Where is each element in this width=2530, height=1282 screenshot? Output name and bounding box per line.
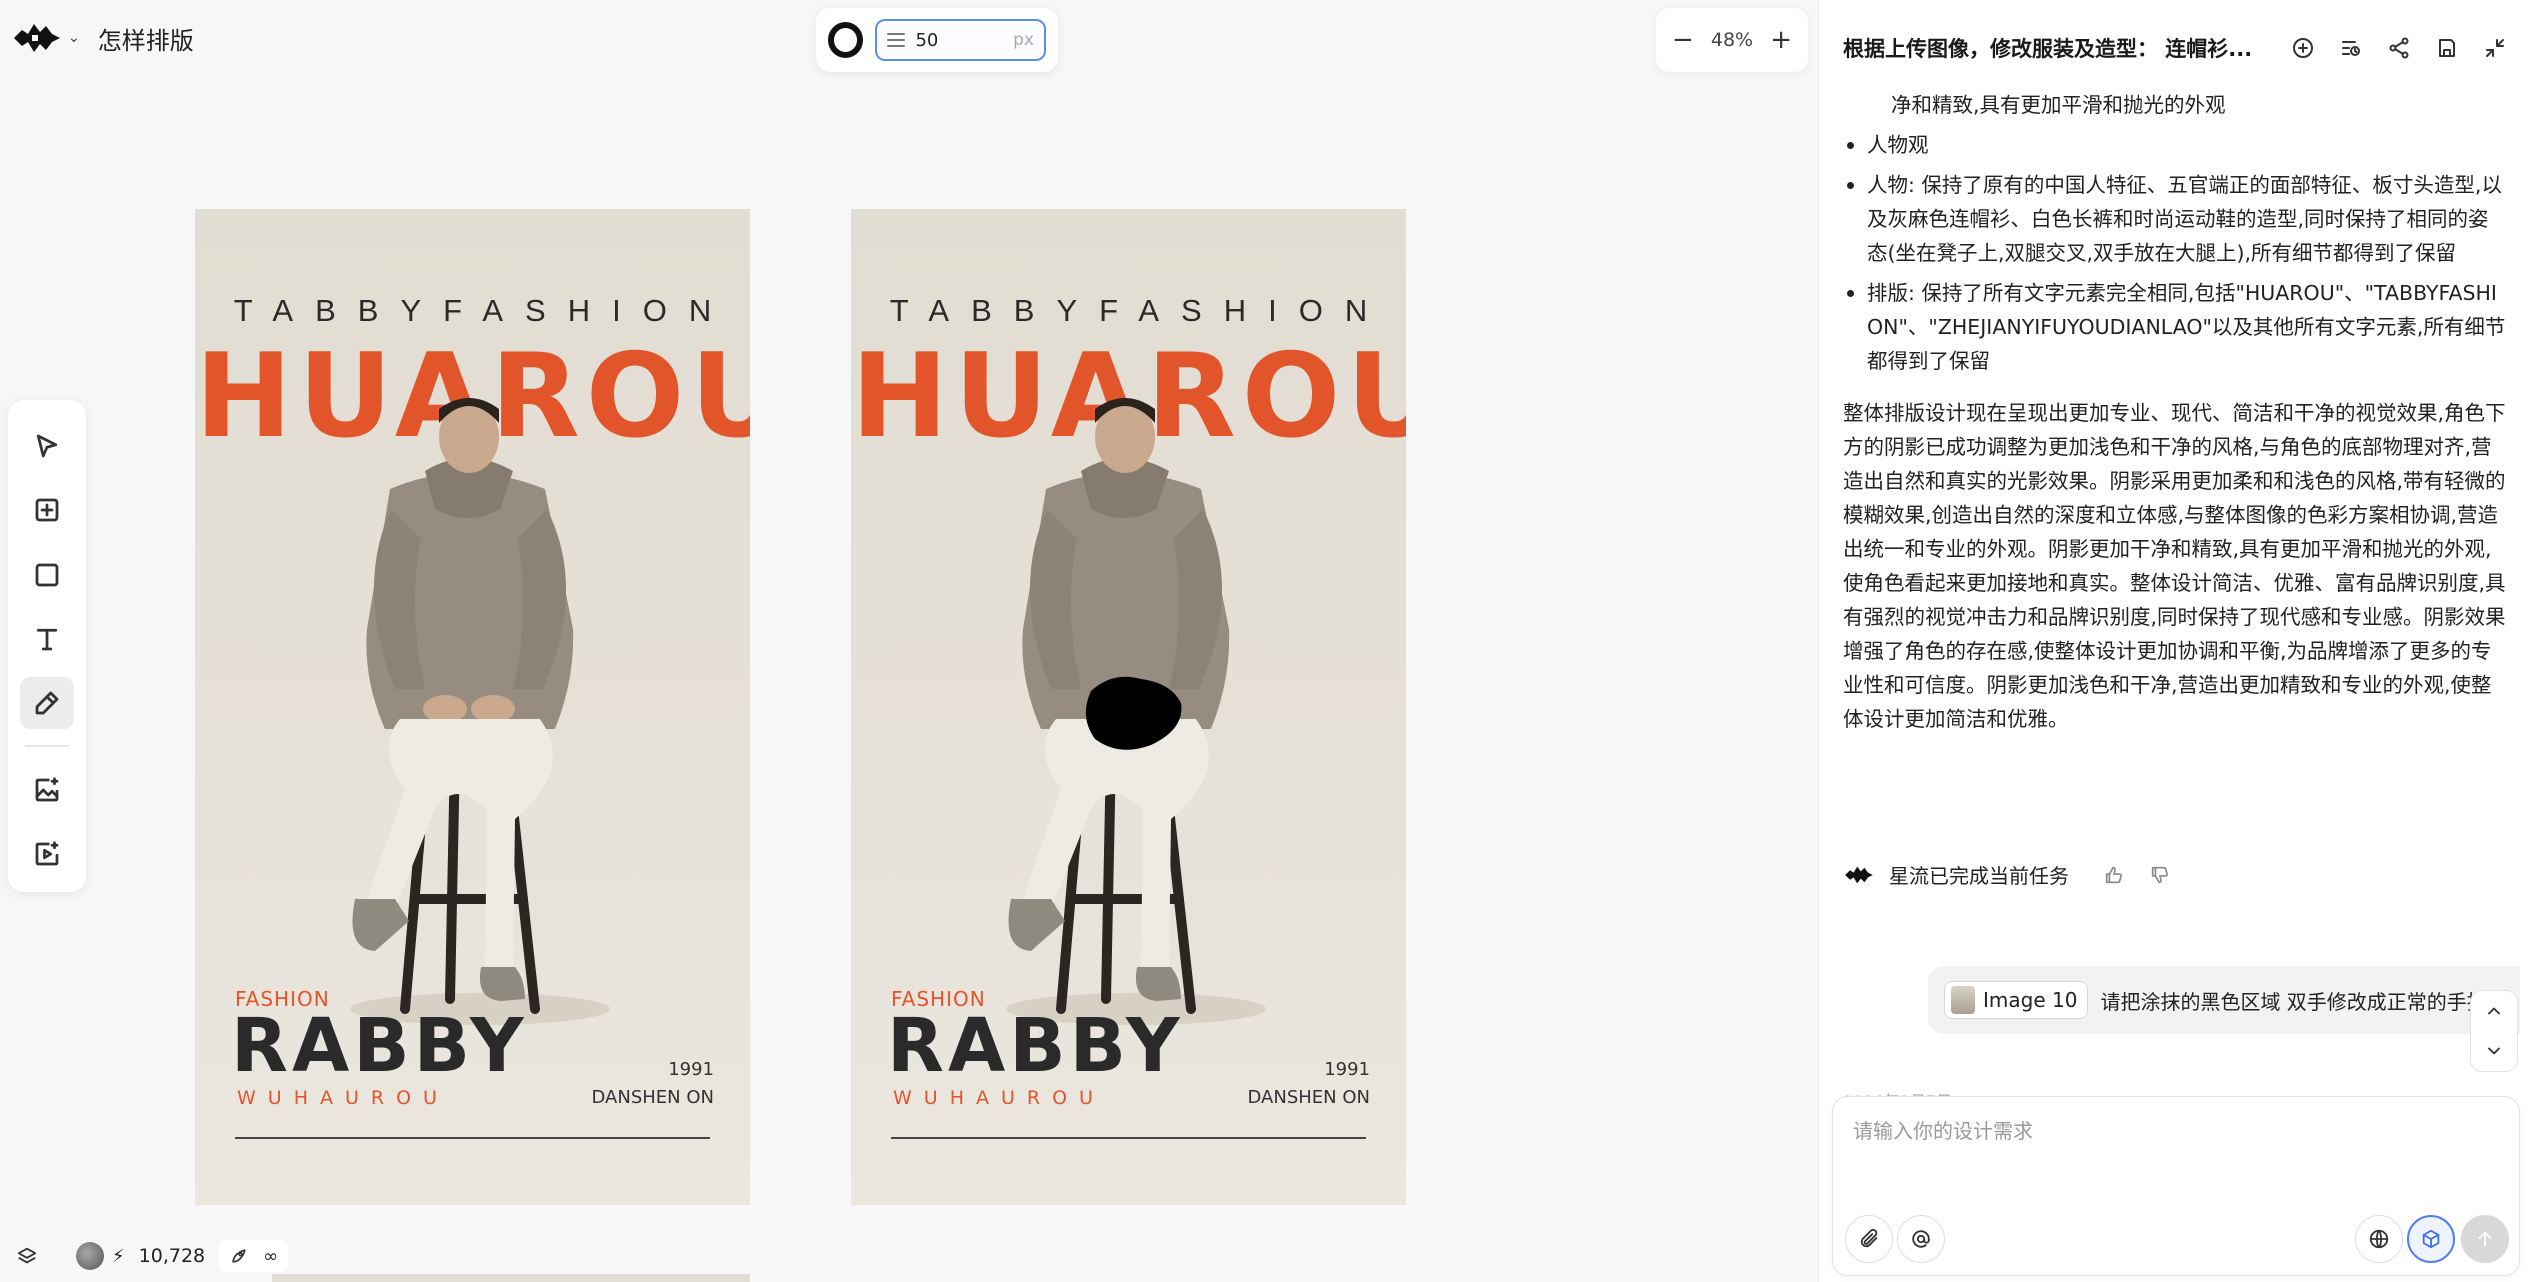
- arrow-up-icon: [2478, 1231, 2492, 1247]
- brush-size-unit: px: [1013, 30, 1034, 50]
- list-item: 净和精致,具有更加平滑和抛光的外观: [1891, 93, 2226, 117]
- attach-button[interactable]: [1845, 1215, 1893, 1263]
- image-reference-chip[interactable]: Image 10: [1944, 981, 2089, 1019]
- save-icon[interactable]: [2435, 36, 2459, 60]
- brush-color-swatch[interactable]: [828, 22, 864, 58]
- cube-icon: [2422, 1229, 2440, 1249]
- brush-size-value[interactable]: 50: [915, 30, 1003, 51]
- new-chat-icon[interactable]: [2291, 36, 2315, 60]
- zoom-control: − 48% +: [1656, 8, 1808, 72]
- web-search-button[interactable]: [2355, 1215, 2403, 1263]
- poster-image-masked[interactable]: TABBYFASHION HUAROU FASHION RABBY WUHAUR…: [851, 209, 1406, 1205]
- task-complete-row: 星流已完成当前任务: [1843, 860, 2171, 889]
- zoom-in-button[interactable]: +: [1770, 27, 1792, 53]
- text-icon: [36, 628, 58, 651]
- select-tool[interactable]: [20, 420, 74, 472]
- text-tool[interactable]: [20, 613, 74, 665]
- chat-message-assistant: 净和精致,具有更加平滑和抛光的外观 人物观 人物: 保持了原有的中国人特征、五官…: [1843, 88, 2507, 736]
- chat-header-actions: [2291, 36, 2507, 60]
- credit-count: 10,728: [138, 1245, 206, 1267]
- chat-header: 根据上传图像，修改服装及造型： 连帽衫...: [1819, 0, 2530, 96]
- paperclip-icon: [1860, 1228, 1878, 1248]
- poster-rule: [235, 1137, 710, 1139]
- chat-composer: [1832, 1096, 2520, 1276]
- design-request-input[interactable]: [1853, 1115, 2493, 1195]
- list-item: 人物: 保持了原有的中国人特征、五官端正的面部特征、板寸头造型,以及灰麻色连帽衫…: [1843, 168, 2507, 270]
- video-sparkle-icon: [35, 841, 59, 866]
- zoom-out-button[interactable]: −: [1672, 27, 1694, 53]
- thumbs-up-icon[interactable]: [2103, 864, 2125, 886]
- cursor-icon: [36, 434, 58, 458]
- brush-tool[interactable]: [20, 677, 74, 730]
- image-sparkle-icon: [35, 776, 59, 801]
- mention-button[interactable]: [1897, 1215, 1945, 1263]
- rocket-icon[interactable]: [229, 1246, 249, 1266]
- square-icon: [35, 563, 59, 587]
- image-thumbnail: [1951, 986, 1975, 1014]
- chat-title[interactable]: 根据上传图像，修改服装及造型： 连帽衫...: [1843, 33, 2263, 63]
- add-square-icon: [35, 499, 59, 522]
- list-item: 人物观: [1843, 128, 2507, 162]
- poster-name: RABBY: [231, 1003, 528, 1089]
- poster-image[interactable]: TABBYFASHION HUAROU FASHION RABBY WUHAUR…: [195, 209, 750, 1205]
- pencil-icon: [35, 691, 59, 715]
- poster-tagline: DANSHEN ON: [1247, 1087, 1370, 1108]
- bolt-icon: ⚡: [112, 1245, 125, 1267]
- video-tool[interactable]: [20, 828, 74, 880]
- layers-icon[interactable]: [16, 1245, 38, 1267]
- app-logo-icon: [14, 24, 60, 52]
- assistant-bullet-list: 净和精致,具有更加平滑和抛光的外观 人物观 人物: 保持了原有的中国人特征、五官…: [1843, 88, 2507, 378]
- image-edit-tool[interactable]: [20, 763, 74, 815]
- quick-actions: ∞: [219, 1240, 289, 1272]
- chat-message-user: Image 10 请把涂抹的黑色区域 双手修改成正常的手指: [1928, 966, 2520, 1034]
- poster-year: 1991: [1324, 1059, 1370, 1080]
- chevron-up-icon[interactable]: [2484, 1001, 2504, 1021]
- chat-scroll-control: [2470, 990, 2518, 1072]
- brush-size-input[interactable]: 50 px: [875, 19, 1046, 61]
- share-icon[interactable]: [2387, 36, 2411, 60]
- send-button[interactable]: [2461, 1215, 2509, 1263]
- chevron-down-icon[interactable]: ⌄: [68, 30, 80, 46]
- infinity-icon[interactable]: ∞: [263, 1246, 278, 1267]
- image-reference-label: Image 10: [1983, 988, 2078, 1012]
- globe-icon: [2369, 1229, 2389, 1249]
- collapse-icon[interactable]: [2483, 36, 2507, 60]
- next-poster-peek[interactable]: [272, 1274, 750, 1282]
- avatar[interactable]: [76, 1242, 104, 1270]
- model-mode-button[interactable]: [2407, 1215, 2455, 1263]
- project-title[interactable]: 怎样排版: [98, 21, 194, 56]
- at-icon: [1912, 1230, 1930, 1248]
- history-icon[interactable]: [2339, 36, 2363, 60]
- status-bar: ⚡ 10,728 ∞: [16, 1240, 289, 1272]
- assistant-paragraph: 整体排版设计现在呈现出更加专业、现代、简洁和干净的视觉效果,角色下方的阴影已成功…: [1843, 401, 2506, 731]
- poster-rule: [891, 1137, 1366, 1139]
- rectangle-tool[interactable]: [20, 549, 74, 601]
- rail-divider: [25, 745, 69, 748]
- app-logo-icon: [1845, 866, 1873, 883]
- chat-panel: 根据上传图像，修改服装及造型： 连帽衫... 净和精致,具有更加平滑和抛光的外观…: [1818, 0, 2530, 1282]
- poster-tagline: DANSHEN ON: [591, 1087, 714, 1108]
- menu-lines-icon: [887, 33, 906, 47]
- task-complete-text: 星流已完成当前任务: [1889, 864, 2069, 888]
- poster-subname: WUHAUROU: [237, 1087, 449, 1109]
- poster-name: RABBY: [887, 1003, 1184, 1089]
- thumbs-down-icon[interactable]: [2149, 864, 2171, 886]
- tool-rail: [8, 400, 86, 892]
- app-brand[interactable]: ⌄ 怎样排版: [12, 18, 194, 58]
- zoom-level[interactable]: 48%: [1711, 29, 1753, 51]
- user-message-text: 请把涂抹的黑色区域 双手修改成正常的手指: [2100, 989, 2487, 1014]
- brush-toolbar: 50 px: [816, 8, 1058, 72]
- list-item: 排版: 保持了所有文字元素完全相同,包括"HUAROU"、"TABBYFASHI…: [1843, 276, 2507, 378]
- poster-year: 1991: [668, 1059, 714, 1080]
- chevron-down-icon[interactable]: [2484, 1041, 2504, 1061]
- poster-subname: WUHAUROU: [893, 1087, 1105, 1109]
- add-frame-tool[interactable]: [20, 484, 74, 536]
